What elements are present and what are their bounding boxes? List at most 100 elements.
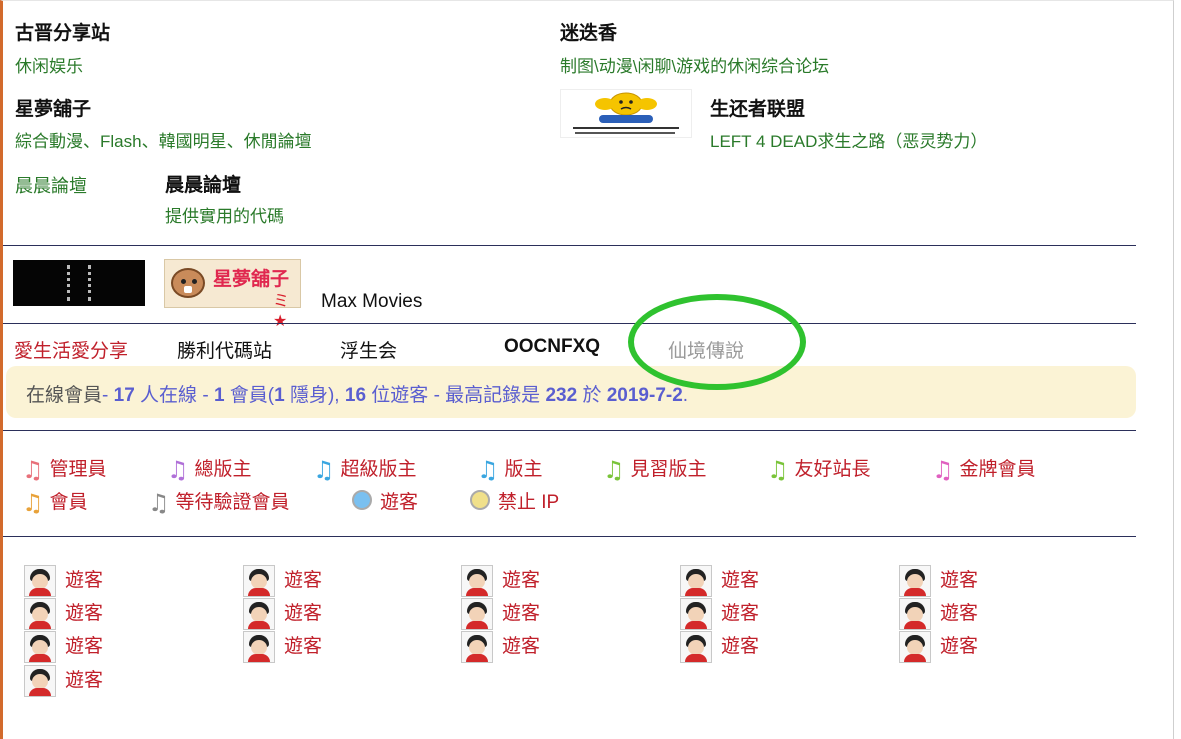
avatar — [24, 598, 56, 630]
site-title-gujin[interactable]: 古晋分享站 — [15, 18, 110, 45]
online-total: 17 — [113, 385, 135, 406]
avatar — [899, 631, 931, 663]
legend-label: 友好站長 — [794, 459, 871, 480]
user-name[interactable]: 遊客 — [940, 636, 978, 657]
user-name[interactable]: 遊客 — [65, 670, 103, 691]
site-desc-midiexiang: 制图\动漫\闲聊\游戏的休闲综合论坛 — [560, 57, 830, 76]
music-note-icon: ♫ — [767, 456, 789, 484]
star-icon: ミ★ — [273, 293, 290, 330]
online-label[interactable]: 在線會員 — [26, 385, 102, 406]
user-name[interactable]: 遊客 — [284, 570, 322, 591]
legend-item: ♫ 等待驗證會員 — [148, 487, 290, 517]
list-item[interactable]: 遊客 — [243, 565, 322, 597]
chenchen-link[interactable]: 晨晨論壇 — [15, 172, 87, 198]
site-title-xingmeng[interactable]: 星夢舖子 — [15, 94, 91, 121]
avatar — [24, 565, 56, 597]
legend-item: ♫ 會員 — [22, 487, 88, 517]
legend-item: 遊客 — [352, 487, 418, 514]
highlight-circle — [628, 294, 806, 390]
avatar — [461, 631, 493, 663]
legend-item: ♫ 超級版主 — [313, 454, 417, 484]
avatar — [243, 598, 275, 630]
list-item[interactable]: 遊客 — [243, 598, 322, 630]
avatar — [680, 565, 712, 597]
legend-label: 超級版主 — [340, 459, 417, 480]
list-item[interactable]: 遊客 — [461, 631, 540, 663]
list-item[interactable]: 遊客 — [461, 598, 540, 630]
user-name[interactable]: 遊客 — [65, 570, 103, 591]
list-item[interactable]: 遊客 — [461, 565, 540, 597]
avatar — [680, 598, 712, 630]
music-note-icon: ♫ — [148, 489, 170, 517]
divider — [3, 430, 1136, 431]
avatar — [680, 631, 712, 663]
site-desc-xingmeng: 綜合動漫、Flash、韓國明星、休閒論壇 — [15, 132, 312, 151]
bear-icon — [171, 268, 205, 298]
partner-link-oocnfxq[interactable]: OOCNFXQ — [504, 336, 600, 358]
online-record-date: 2019-7-2 — [606, 385, 683, 406]
music-note-icon: ♫ — [167, 456, 189, 484]
online-members-bar: 在線會員- 17 人在線 - 1 會員(1 隱身), 16 位遊客 - 最高記錄… — [6, 366, 1136, 418]
divider — [3, 245, 1136, 246]
legend-label: 見習版主 — [630, 459, 707, 480]
avatar — [24, 665, 56, 697]
legend-item: ♫ 管理員 — [22, 454, 107, 484]
max-movies-link[interactable]: Max Movies — [321, 291, 422, 313]
placeholder-image-icon — [573, 92, 679, 134]
user-name[interactable]: 遊客 — [65, 636, 103, 657]
user-name[interactable]: 遊客 — [284, 636, 322, 657]
legend-item: ♫ 金牌會員 — [932, 454, 1036, 484]
site-title-chenchen[interactable]: 晨晨論壇 — [165, 170, 241, 197]
avatar — [24, 631, 56, 663]
user-name[interactable]: 遊客 — [502, 636, 540, 657]
legend-item: ♫ 見習版主 — [603, 454, 707, 484]
avatar — [899, 598, 931, 630]
list-item[interactable]: 遊客 — [24, 565, 103, 597]
legend-label: 版主 — [504, 459, 543, 480]
l4d-logo-image[interactable] — [560, 89, 692, 138]
legend-item: ♫ 版主 — [477, 454, 543, 484]
xingmeng-bear-logo[interactable]: 星夢舖子 ミ★ — [164, 259, 301, 330]
list-item[interactable]: 遊客 — [680, 565, 759, 597]
status-dot-icon — [470, 490, 490, 510]
legend-label: 金牌會員 — [959, 459, 1036, 480]
list-item[interactable]: 遊客 — [24, 631, 103, 663]
legend-item: 禁止 IP — [470, 487, 559, 514]
music-note-icon: ♫ — [22, 456, 44, 484]
legend-label: 會員 — [49, 492, 88, 513]
list-item[interactable]: 遊客 — [243, 631, 322, 663]
partner-link-shengli[interactable]: 勝利代碼站 — [177, 336, 272, 363]
online-hidden: 1 — [274, 385, 285, 406]
list-item[interactable]: 遊客 — [899, 598, 978, 630]
legend-label: 總版主 — [194, 459, 252, 480]
divider — [3, 536, 1136, 537]
site-title-midiexiang[interactable]: 迷迭香 — [560, 18, 617, 45]
user-name[interactable]: 遊客 — [502, 570, 540, 591]
legend-item: ♫ 友好站長 — [767, 454, 871, 484]
user-name[interactable]: 遊客 — [721, 603, 759, 624]
legend-label: 管理員 — [49, 459, 107, 480]
list-item[interactable]: 遊客 — [24, 598, 103, 630]
user-name[interactable]: 遊客 — [721, 636, 759, 657]
music-note-icon: ♫ — [477, 456, 499, 484]
music-note-icon: ♫ — [22, 489, 44, 517]
user-name[interactable]: 遊客 — [940, 570, 978, 591]
list-item[interactable]: 遊客 — [680, 598, 759, 630]
status-dot-icon — [352, 490, 372, 510]
list-item[interactable]: 遊客 — [680, 631, 759, 663]
partner-link-fushenghui[interactable]: 浮生会 — [340, 336, 397, 363]
site-title-l4d[interactable]: 生还者联盟 — [710, 94, 805, 121]
black-banner-logo[interactable] — [13, 260, 145, 306]
partner-link-aishenghuo[interactable]: 愛生活愛分享 — [14, 336, 128, 363]
user-name[interactable]: 遊客 — [940, 603, 978, 624]
user-name[interactable]: 遊客 — [502, 603, 540, 624]
list-item[interactable]: 遊客 — [24, 665, 103, 697]
list-item[interactable]: 遊客 — [899, 565, 978, 597]
online-record: 232 — [545, 385, 578, 406]
user-name[interactable]: 遊客 — [721, 570, 759, 591]
avatar — [243, 565, 275, 597]
user-name[interactable]: 遊客 — [65, 603, 103, 624]
user-name[interactable]: 遊客 — [284, 603, 322, 624]
divider — [3, 323, 1136, 324]
list-item[interactable]: 遊客 — [899, 631, 978, 663]
